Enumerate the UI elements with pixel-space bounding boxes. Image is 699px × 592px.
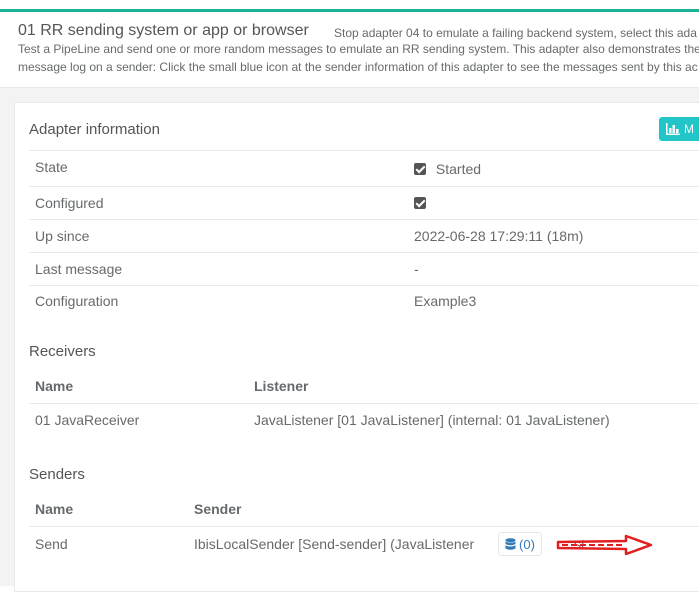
adapter-description-line-3: message log on a sender: Click the small… <box>18 60 698 74</box>
metrics-button[interactable]: M <box>659 117 699 141</box>
receiver-row: 01 JavaReceiver JavaListener [01 JavaLis… <box>29 403 699 437</box>
adapter-info-row-configured: Configured <box>29 186 699 219</box>
receiver-name: 01 JavaReceiver <box>35 412 140 428</box>
adapter-info-row-state: State Started <box>29 150 699 186</box>
up-since-label: Up since <box>35 228 90 244</box>
checked-checkbox-icon <box>414 197 426 209</box>
sender-name: Send <box>35 536 68 552</box>
checked-checkbox-icon <box>414 163 426 175</box>
adapter-info-row-configuration: Configuration Example3 <box>29 285 699 317</box>
adapter-description-line-2: Test a PipeLine and send one or more ran… <box>18 42 699 56</box>
adapter-header: 01 RR sending system or app or browser S… <box>0 12 699 88</box>
state-value: Started <box>414 161 481 177</box>
adapter-information-title: Adapter information <box>29 121 160 138</box>
adapter-description-line-1: Stop adapter 04 to emulate a failing bac… <box>334 26 697 40</box>
metrics-button-label: M <box>684 122 694 136</box>
sender-description: IbisLocalSender [Send-sender] (JavaListe… <box>194 536 475 552</box>
senders-sender-header: Sender <box>194 501 242 517</box>
last-message-value: - <box>414 261 419 277</box>
up-since-value: 2022-06-28 17:29:11 (18m) <box>414 228 584 244</box>
message-log-count: (0) <box>519 536 535 552</box>
adapter-info-row-last-message: Last message - <box>29 252 699 285</box>
receivers-listener-header: Listener <box>254 378 309 394</box>
receivers-name-header: Name <box>35 378 74 394</box>
receivers-title: Receivers <box>29 343 96 360</box>
adapter-info-row-up-since: Up since 2022-06-28 17:29:11 (18m) <box>29 219 699 252</box>
senders-title: Senders <box>29 466 85 483</box>
bar-chart-icon <box>666 123 680 135</box>
last-message-label: Last message <box>35 261 123 277</box>
configuration-label: Configuration <box>35 293 119 309</box>
configuration-value: Example3 <box>414 293 477 309</box>
red-arrow-icon <box>556 534 653 556</box>
configured-label: Configured <box>35 195 104 211</box>
senders-name-header: Name <box>35 501 74 517</box>
configured-value <box>414 195 426 211</box>
database-icon <box>505 537 516 550</box>
message-log-button[interactable]: (0) <box>498 532 542 556</box>
state-value-text: Started <box>435 161 482 177</box>
receiver-listener: JavaListener [01 JavaListener] (internal… <box>254 412 610 428</box>
state-label: State <box>35 159 68 175</box>
adapter-title[interactable]: 01 RR sending system or app or browser <box>18 22 309 40</box>
